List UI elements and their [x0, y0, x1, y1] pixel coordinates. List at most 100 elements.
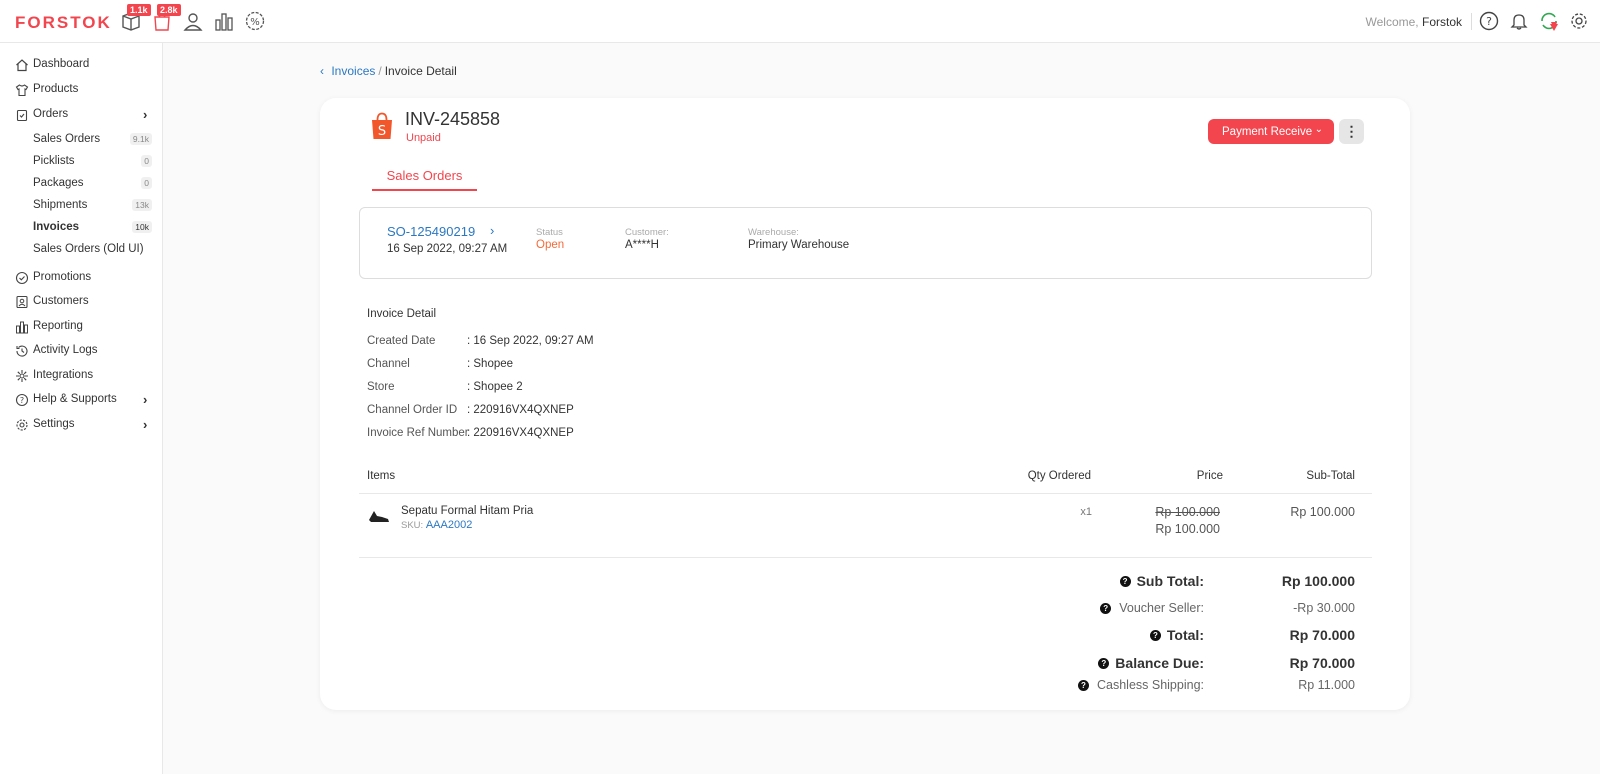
- sidebar-subitem-sales-orders[interactable]: Sales Orders 9.1k: [0, 130, 162, 150]
- total-value: Rp 70.000: [1289, 627, 1355, 643]
- count-badge: 0: [141, 177, 152, 189]
- contact-icon: [16, 295, 28, 309]
- sidebar-item-customers[interactable]: Customers: [0, 291, 162, 313]
- gear-icon: [16, 419, 28, 431]
- chart-icon[interactable]: [211, 8, 237, 34]
- sidebar-item-activity-logs[interactable]: Activity Logs: [0, 340, 162, 362]
- sidebar-label: Products: [33, 83, 79, 95]
- shopee-icon: S: [372, 112, 392, 139]
- warehouse-label: Warehouse:: [748, 227, 799, 238]
- balance-due-value: Rp 70.000: [1289, 655, 1355, 671]
- help-icon[interactable]: ?: [1149, 629, 1161, 641]
- sidebar: Dashboard Products Orders › Sales Orders…: [0, 43, 163, 774]
- logo[interactable]: FORSTOK: [15, 13, 112, 33]
- sidebar-item-integrations[interactable]: Integrations: [0, 365, 162, 387]
- more-options-button[interactable]: ⋮: [1339, 119, 1364, 144]
- top-bar: FORSTOK 1.1k 2.8k % Welcome, Forstok ?: [0, 0, 1600, 43]
- table-header-qty: Qty Ordered: [1027, 470, 1091, 482]
- sidebar-item-settings[interactable]: Settings ›: [0, 414, 162, 436]
- help-circle-icon: ?: [15, 393, 29, 407]
- cashless-shipping-value: Rp 11.000: [1298, 678, 1355, 692]
- help-icon[interactable]: ?: [1119, 575, 1131, 587]
- count-badge: 13k: [132, 199, 152, 211]
- sidebar-label: Orders: [33, 108, 69, 120]
- percent-icon[interactable]: %: [242, 8, 268, 34]
- sales-order-link[interactable]: SO-125490219: [387, 224, 475, 239]
- help-icon[interactable]: ?: [1077, 679, 1089, 691]
- sidebar-subitem-packages[interactable]: Packages 0: [0, 174, 162, 194]
- sku-link[interactable]: AAA2002: [426, 519, 472, 531]
- payment-receive-button[interactable]: Payment Receive ⌄: [1208, 119, 1334, 144]
- chevron-right-icon: ›: [143, 107, 148, 122]
- breadcrumb-current: Invoice Detail: [384, 64, 457, 78]
- table-header-price: Price: [1196, 470, 1223, 482]
- bag-icon[interactable]: 2.8k: [149, 4, 181, 34]
- sidebar-subitem-shipments[interactable]: Shipments 13k: [0, 196, 162, 216]
- kebab-icon: ⋮: [1344, 123, 1359, 139]
- sync-alert-icon[interactable]: [1538, 10, 1560, 32]
- help-icon[interactable]: ?: [1100, 602, 1112, 614]
- tab-sales-orders[interactable]: Sales Orders: [372, 168, 477, 191]
- table-header-items: Items: [367, 470, 396, 482]
- sidebar-subitem-picklists[interactable]: Picklists 0: [0, 152, 162, 172]
- item-price: Rp 100.000: [1155, 522, 1220, 536]
- sidebar-label: Help & Supports: [33, 393, 117, 405]
- welcome-user[interactable]: Forstok: [1422, 15, 1462, 29]
- table-header-subtotal: Sub-Total: [1306, 470, 1355, 482]
- section-title: Invoice Detail: [367, 308, 437, 320]
- voucher-row: ? Voucher Seller: -Rp 30.000: [955, 601, 1355, 619]
- subtotal-row: ? Sub Total: Rp 100.000: [955, 573, 1355, 591]
- top-right-icons: ?: [1478, 10, 1590, 32]
- count-badge: 9.1k: [129, 133, 152, 145]
- svg-text:%: %: [250, 17, 260, 28]
- balance-due-row: ? Balance Due: Rp 70.000: [955, 655, 1355, 673]
- total-row: ? Total: Rp 70.000: [955, 627, 1355, 645]
- sidebar-item-dashboard[interactable]: Dashboard: [0, 54, 162, 76]
- bell-icon[interactable]: [1508, 10, 1530, 32]
- divider: [359, 493, 1372, 494]
- sidebar-item-products[interactable]: Products: [0, 79, 162, 101]
- welcome-text: Welcome, Forstok: [1365, 15, 1463, 29]
- shirt-icon: [15, 84, 29, 97]
- sidebar-item-orders[interactable]: Orders ›: [0, 104, 162, 126]
- svg-text:?: ?: [20, 396, 24, 405]
- home-icon: [16, 59, 28, 72]
- top-nav-icons: 1.1k 2.8k %: [118, 4, 268, 34]
- voucher-value: -Rp 30.000: [1293, 601, 1355, 615]
- user-icon[interactable]: [180, 8, 206, 34]
- item-name: Sepatu Formal Hitam Pria: [401, 505, 534, 517]
- divider: [1471, 13, 1472, 30]
- chevron-right-icon[interactable]: ›: [490, 223, 494, 238]
- sidebar-label: Activity Logs: [33, 344, 98, 356]
- clipboard-icon: [16, 109, 28, 122]
- chevron-right-icon: ›: [143, 392, 148, 407]
- help-icon[interactable]: ?: [1098, 657, 1110, 669]
- invoice-card: S INV-245858 Unpaid Payment Receive ⌄ ⋮ …: [320, 98, 1410, 710]
- sidebar-label: Integrations: [33, 369, 94, 381]
- sales-order-date: 16 Sep 2022, 09:27 AM: [387, 243, 508, 255]
- product-thumbnail: [369, 511, 389, 522]
- orders-badge: 2.8k: [157, 4, 181, 16]
- svg-text:?: ?: [1486, 15, 1492, 28]
- sidebar-item-promotions[interactable]: Promotions: [0, 267, 162, 289]
- products-badge: 1.1k: [127, 4, 151, 16]
- sidebar-label: Promotions: [33, 271, 92, 283]
- help-icon[interactable]: ?: [1478, 10, 1500, 32]
- item-price-original: Rp 100.000: [1155, 505, 1220, 519]
- box-icon[interactable]: 1.1k: [118, 4, 151, 34]
- status-value: Open: [536, 239, 565, 251]
- customer-label: Customer:: [625, 227, 669, 238]
- count-badge: 0: [141, 155, 152, 167]
- gear-icon[interactable]: [1568, 10, 1590, 32]
- chevron-left-icon[interactable]: ‹: [320, 64, 324, 78]
- sidebar-subitem-invoices[interactable]: Invoices 10k: [0, 218, 162, 238]
- breadcrumb-invoices-link[interactable]: Invoices: [331, 64, 375, 78]
- bar-chart-icon: [16, 321, 28, 334]
- divider: [359, 557, 1372, 558]
- status-label: Status: [536, 227, 563, 238]
- integration-icon: [16, 370, 28, 382]
- sidebar-item-help[interactable]: ? Help & Supports ›: [0, 389, 162, 411]
- sidebar-subitem-sales-orders-old[interactable]: Sales Orders (Old UI): [0, 240, 162, 260]
- svg-text:S: S: [378, 124, 386, 139]
- sidebar-item-reporting[interactable]: Reporting: [0, 316, 162, 338]
